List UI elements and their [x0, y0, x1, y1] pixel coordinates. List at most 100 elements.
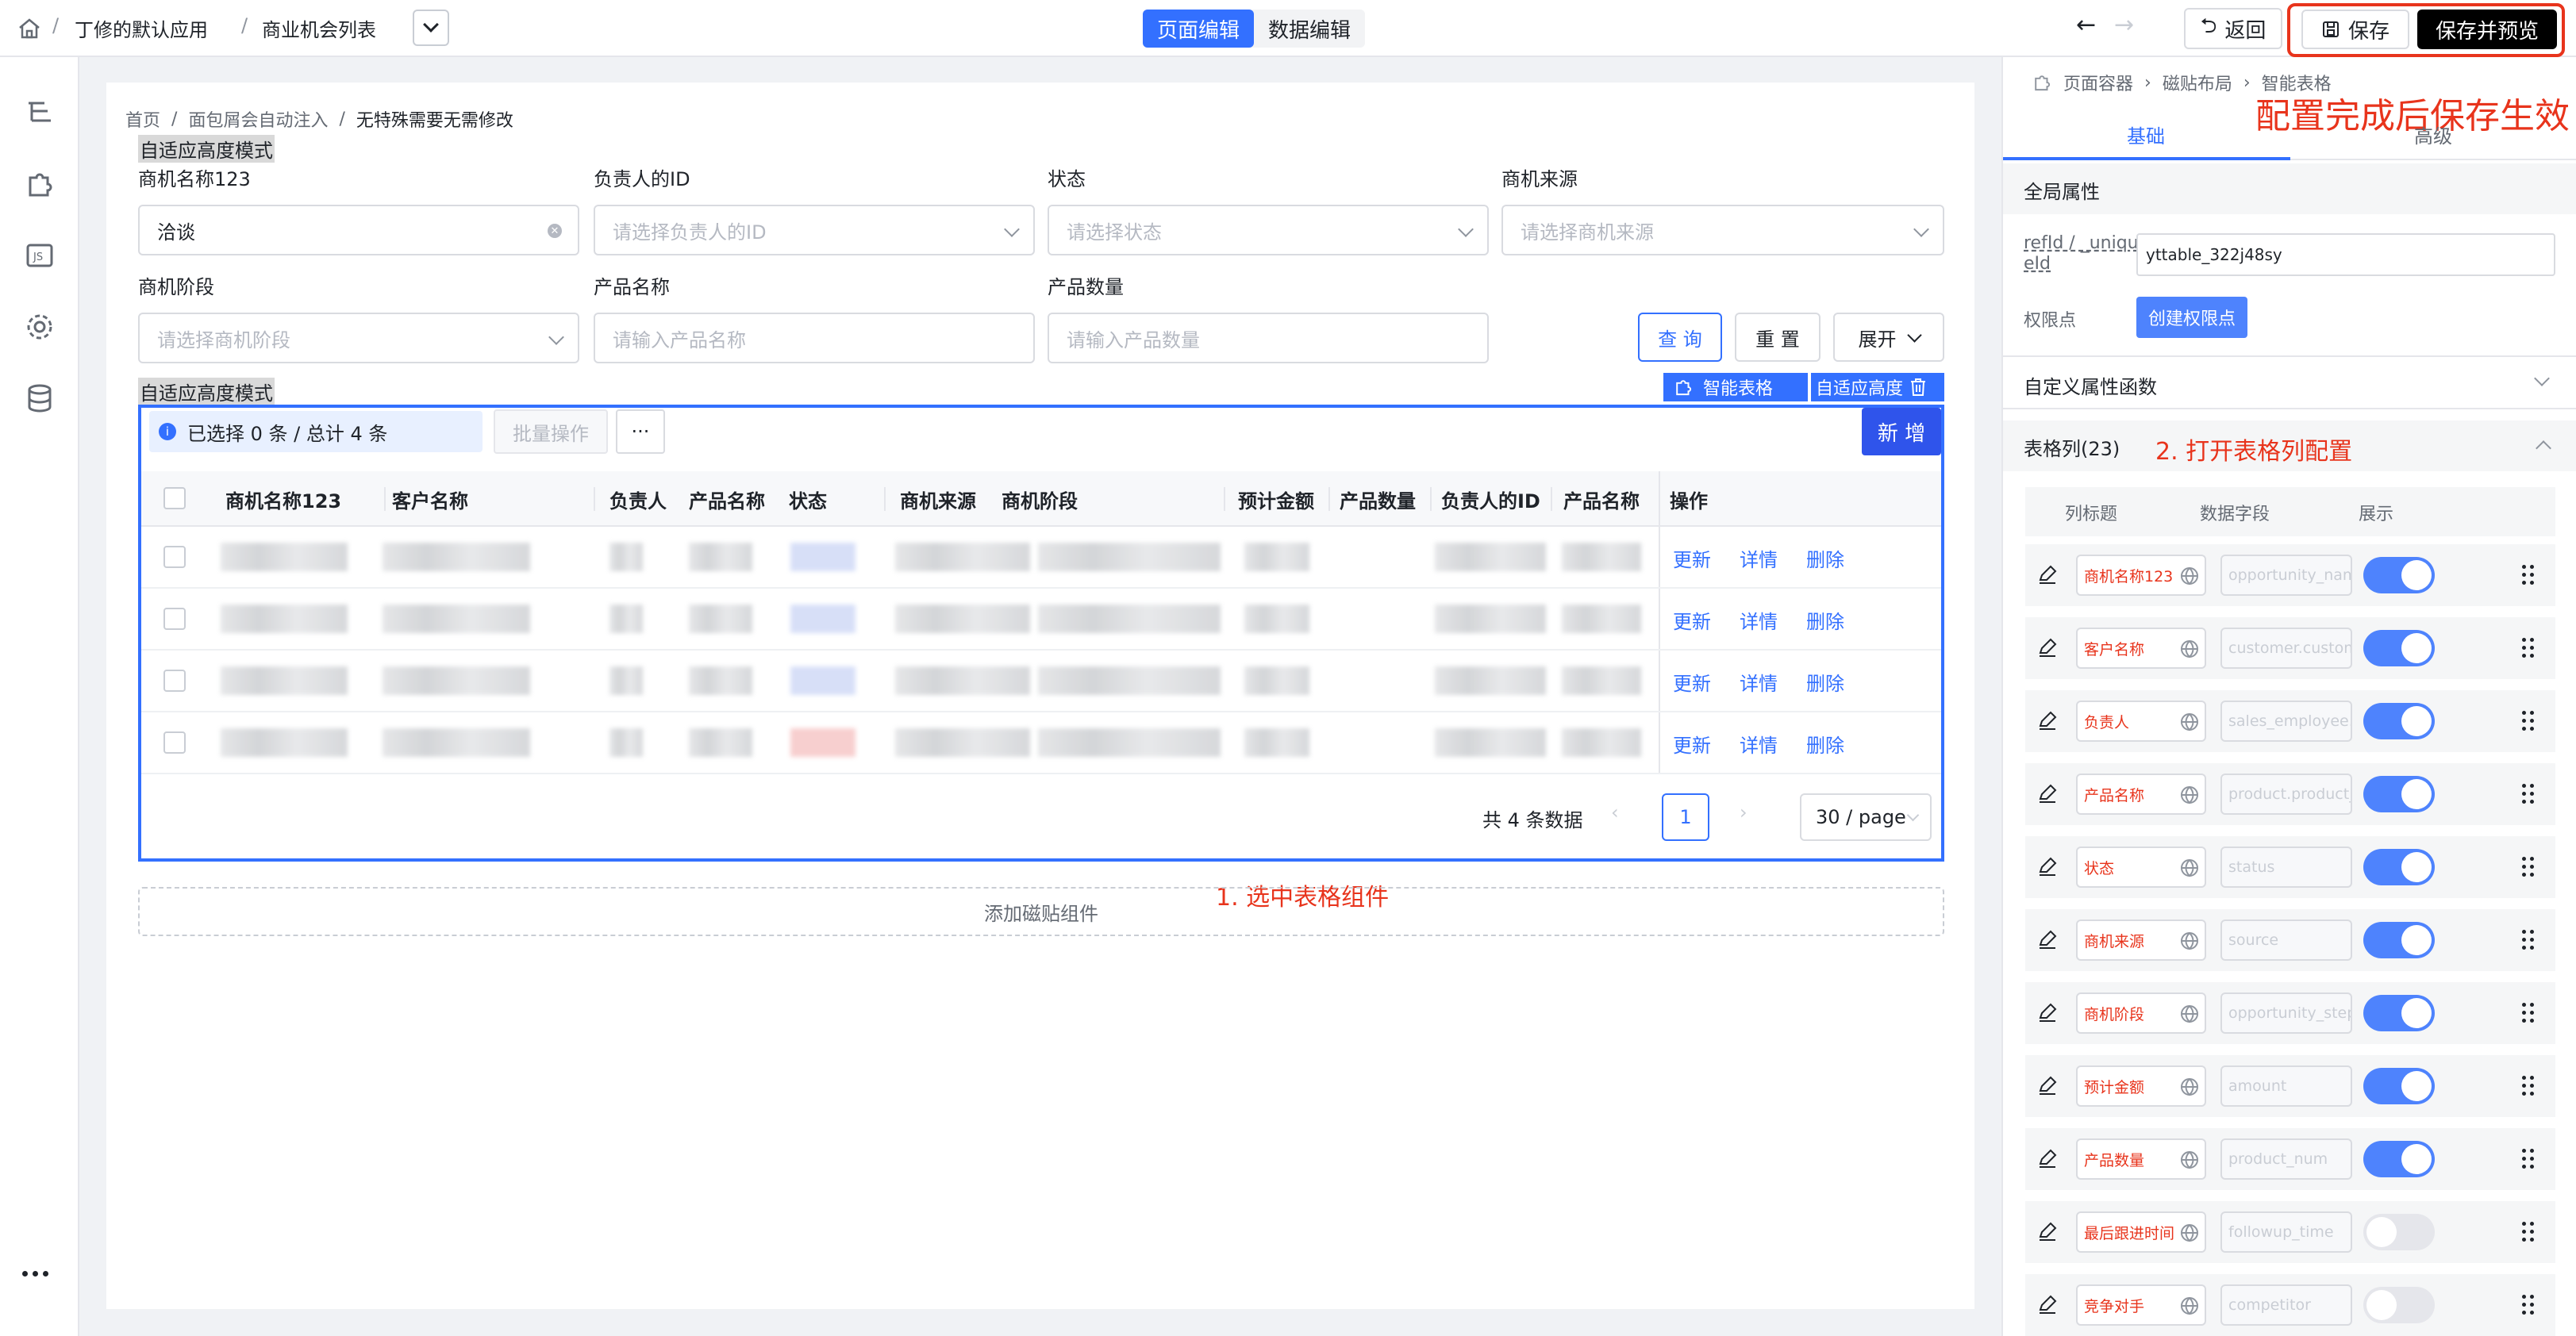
stage-select[interactable]: 请选择商机阶段 [138, 313, 579, 363]
globe-icon[interactable] [2179, 858, 2200, 878]
row-detail-link[interactable]: 详情 [1740, 606, 1778, 634]
row-checkbox[interactable] [163, 608, 186, 630]
column-show-toggle[interactable] [2363, 776, 2435, 812]
product-name-input[interactable]: 请输入产品名称 [594, 313, 1035, 363]
col-header-product-name-2[interactable]: 产品名称 [1563, 471, 1640, 527]
select-all-checkbox[interactable] [163, 487, 186, 509]
delete-trash-icon[interactable] [1909, 378, 1927, 397]
settings-gear-icon[interactable] [24, 311, 56, 343]
globe-icon[interactable] [2179, 1004, 2200, 1024]
component-puzzle-icon[interactable] [24, 168, 56, 200]
row-update-link[interactable]: 更新 [1673, 606, 1711, 634]
column-show-toggle[interactable] [2363, 1068, 2435, 1104]
drag-handle-icon[interactable] [2522, 930, 2535, 950]
row-delete-link[interactable]: 删除 [1806, 544, 1844, 572]
clear-icon[interactable]: ✕ [548, 224, 562, 238]
outline-tree-icon[interactable] [24, 97, 56, 129]
adaptive-height-tag[interactable]: 自适应高度 [1811, 373, 1944, 401]
add-tile-component[interactable]: 添加磁贴组件 [138, 887, 1944, 936]
edit-pencil-icon[interactable] [2036, 1220, 2059, 1242]
smart-table-tag[interactable]: 智能表格 [1663, 373, 1808, 401]
column-show-toggle[interactable] [2363, 1141, 2435, 1177]
status-select[interactable]: 请选择状态 [1048, 205, 1489, 255]
column-show-toggle[interactable] [2363, 557, 2435, 593]
edit-pencil-icon[interactable] [2036, 636, 2059, 658]
col-header-stage[interactable]: 商机阶段 [1002, 471, 1078, 527]
edit-pencil-icon[interactable] [2036, 1001, 2059, 1023]
col-header-amount[interactable]: 预计金额 [1238, 471, 1314, 527]
row-delete-link[interactable]: 删除 [1806, 606, 1844, 634]
js-script-icon[interactable]: JS [24, 240, 56, 271]
drag-handle-icon[interactable] [2522, 1295, 2535, 1315]
row-delete-link[interactable]: 删除 [1806, 730, 1844, 758]
table-row[interactable]: 更新 详情 删除 [141, 527, 1941, 589]
panel-tab-basic[interactable]: 基础 [2127, 121, 2165, 148]
globe-icon[interactable] [2179, 712, 2200, 732]
row-checkbox[interactable] [163, 731, 186, 754]
col-header-product-name[interactable]: 产品名称 [689, 471, 765, 527]
add-record-button[interactable]: 新 增 [1862, 408, 1941, 455]
drag-handle-icon[interactable] [2522, 638, 2535, 658]
page-1-button[interactable]: 1 [1662, 793, 1709, 841]
more-actions-button[interactable]: ··· [616, 409, 665, 454]
reset-button[interactable]: 重 置 [1735, 313, 1821, 362]
edit-pencil-icon[interactable] [2036, 782, 2059, 804]
col-header-customer-name[interactable]: 客户名称 [392, 471, 468, 527]
col-header-product-qty[interactable]: 产品数量 [1340, 471, 1416, 527]
col-header-owner-id[interactable]: 负责人的ID [1441, 471, 1540, 527]
expand-button[interactable]: 展开 [1833, 313, 1944, 362]
column-title-input[interactable]: 状态 [2076, 847, 2206, 888]
drag-handle-icon[interactable] [2522, 711, 2535, 731]
drag-handle-icon[interactable] [2522, 857, 2535, 877]
source-select[interactable]: 请选择商机来源 [1501, 205, 1944, 255]
column-show-toggle[interactable] [2363, 922, 2435, 958]
column-show-toggle[interactable] [2363, 630, 2435, 666]
edit-pencil-icon[interactable] [2036, 1293, 2059, 1315]
column-show-toggle[interactable] [2363, 1214, 2435, 1250]
table-row[interactable]: 更新 详情 删除 [141, 712, 1941, 774]
drag-handle-icon[interactable] [2522, 1222, 2535, 1242]
product-qty-input[interactable]: 请输入产品数量 [1048, 313, 1489, 363]
page-size-select[interactable]: 30 / page [1800, 793, 1932, 841]
panel-crumb-container[interactable]: 页面容器 [2063, 70, 2133, 95]
table-row[interactable]: 更新 详情 删除 [141, 651, 1941, 712]
row-update-link[interactable]: 更新 [1673, 544, 1711, 572]
globe-icon[interactable] [2179, 639, 2200, 659]
column-show-toggle[interactable] [2363, 1287, 2435, 1323]
database-icon[interactable] [24, 382, 56, 414]
next-page-icon[interactable]: › [1740, 801, 1747, 823]
page-switch-dropdown[interactable] [413, 10, 449, 46]
breadcrumb-home[interactable]: 首页 [125, 106, 160, 132]
drag-handle-icon[interactable] [2522, 1003, 2535, 1023]
batch-actions-button[interactable]: 批量操作 [494, 409, 608, 454]
globe-icon[interactable] [2179, 566, 2200, 586]
edit-pencil-icon[interactable] [2036, 928, 2059, 950]
edit-pencil-icon[interactable] [2036, 563, 2059, 585]
row-detail-link[interactable]: 详情 [1740, 730, 1778, 758]
row-detail-link[interactable]: 详情 [1740, 668, 1778, 696]
breadcrumb-page[interactable]: 商业机会列表 [262, 14, 376, 42]
globe-icon[interactable] [2179, 1223, 2200, 1243]
drag-handle-icon[interactable] [2522, 1149, 2535, 1169]
edit-pencil-icon[interactable] [2036, 1074, 2059, 1096]
column-title-input[interactable]: 负责人 [2076, 701, 2206, 742]
undo-icon[interactable]: ← [2076, 11, 2096, 39]
redo-icon[interactable]: → [2114, 11, 2134, 39]
save-button[interactable]: 保存 [2301, 10, 2409, 49]
globe-icon[interactable] [2179, 1296, 2200, 1316]
owner-id-select[interactable]: 请选择负责人的ID [594, 205, 1035, 255]
column-title-input[interactable]: 产品名称 [2076, 774, 2206, 815]
table-row[interactable]: 更新 详情 删除 [141, 589, 1941, 651]
edit-pencil-icon[interactable] [2036, 709, 2059, 731]
create-permission-button[interactable]: 创建权限点 [2136, 297, 2247, 338]
prev-page-icon[interactable]: ‹ [1611, 801, 1619, 823]
column-title-input[interactable]: 最后跟进时间 [2076, 1211, 2206, 1253]
column-title-input[interactable]: 商机阶段 [2076, 992, 2206, 1034]
column-show-toggle[interactable] [2363, 995, 2435, 1031]
breadcrumb-app[interactable]: 丁修的默认应用 [75, 14, 208, 42]
column-show-toggle[interactable] [2363, 703, 2435, 739]
refid-input[interactable]: yttable_322j48sy [2136, 233, 2555, 276]
column-show-toggle[interactable] [2363, 849, 2435, 885]
row-update-link[interactable]: 更新 [1673, 668, 1711, 696]
breadcrumb-middle[interactable]: 面包屑会自动注入 [188, 106, 328, 132]
